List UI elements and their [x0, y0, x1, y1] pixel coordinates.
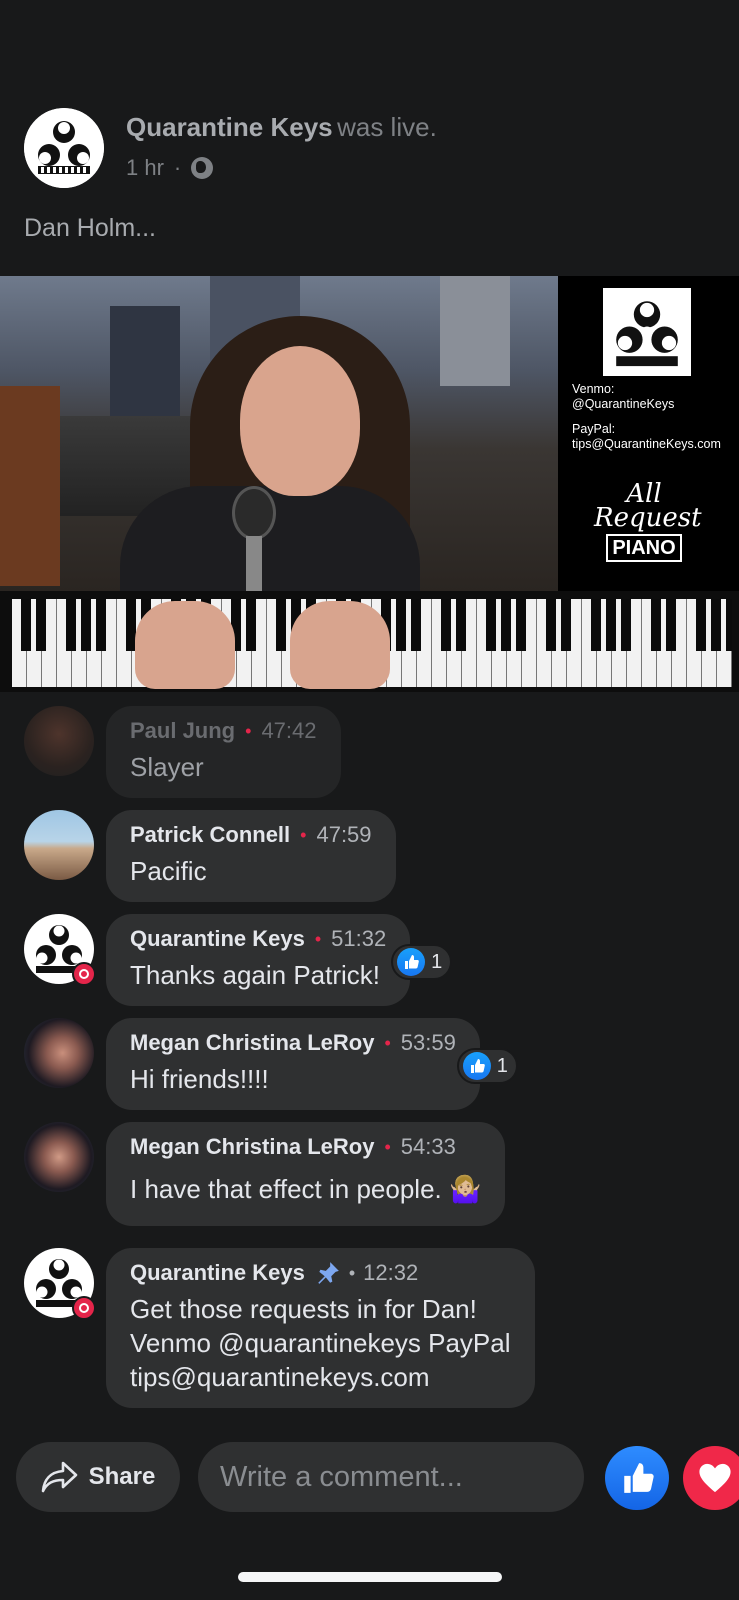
commenter-name[interactable]: Quarantine Keys [130, 926, 305, 952]
comment-text: Slayer [130, 752, 204, 782]
like-icon [462, 1052, 491, 1080]
commenter-name[interactable]: Patrick Connell [130, 822, 290, 848]
meta-separator: · [173, 155, 182, 180]
live-badge-icon [72, 962, 96, 986]
comment-item: Megan Christina LeRoy • 53:59 Hi friends… [24, 1018, 518, 1110]
home-indicator[interactable] [238, 1572, 502, 1582]
avatar[interactable] [24, 1018, 94, 1088]
paypal-email: tips@QuarantineKeys.com [572, 437, 721, 451]
venmo-label: Venmo: [572, 382, 615, 396]
comment-item: Paul Jung • 47:42 Slayer [24, 706, 341, 798]
reaction-count[interactable]: 1 [456, 1048, 518, 1084]
comment-item: Quarantine Keys • 12:32 Get those reques… [24, 1248, 535, 1408]
live-badge-icon [72, 1296, 96, 1320]
avatar[interactable] [24, 914, 96, 986]
comment-bubble[interactable]: Megan Christina LeRoy • 53:59 Hi friends… [106, 1018, 518, 1110]
share-button[interactable]: Share [16, 1442, 180, 1512]
biohazard-logo-icon [603, 288, 691, 376]
video-background [0, 276, 558, 596]
comment-text: Get those requests in for Dan! Venmo @qu… [130, 1294, 511, 1392]
commenter-name[interactable]: Megan Christina LeRoy [130, 1030, 374, 1056]
post-time[interactable]: 1 hr [126, 155, 164, 181]
comment-time[interactable]: 51:32 [331, 926, 386, 952]
like-icon [397, 948, 426, 976]
post-header: Quarantine Keys was live. 1 hr · [24, 108, 437, 188]
heart-icon [699, 1463, 731, 1493]
venmo-handle: @QuarantineKeys [572, 397, 675, 411]
post-caption[interactable]: Dan Holm... [24, 214, 156, 243]
post-status: was live. [337, 112, 437, 142]
avatar[interactable] [24, 1248, 96, 1320]
donation-panel: Venmo: @QuarantineKeys PayPal: tips@Quar… [558, 276, 739, 591]
share-arrow-icon [41, 1461, 77, 1493]
comment-time[interactable]: 54:33 [401, 1134, 456, 1160]
piano-keyboard [0, 591, 739, 692]
comment-item: Megan Christina LeRoy • 54:33 I have tha… [24, 1122, 506, 1226]
bottom-action-bar: Share [0, 1440, 739, 1520]
comment-text: I have that effect in people. 🤷🏼‍♀️ [130, 1174, 482, 1204]
all-request-piano-logo: All Request PIANO [594, 481, 702, 562]
avatar[interactable] [24, 706, 94, 776]
commenter-name[interactable]: Quarantine Keys [130, 1260, 305, 1286]
comment-text: Pacific [130, 856, 207, 886]
page-avatar[interactable] [24, 108, 104, 188]
comment-text: Hi friends!!!! [130, 1064, 269, 1094]
commenter-name[interactable]: Paul Jung [130, 718, 235, 744]
biohazard-icon [24, 108, 104, 188]
paypal-label: PayPal: [572, 422, 616, 436]
comment-item: Patrick Connell • 47:59 Pacific [24, 810, 396, 902]
commenter-name[interactable]: Megan Christina LeRoy [130, 1134, 374, 1160]
avatar[interactable] [24, 810, 94, 880]
comment-item: Quarantine Keys • 51:32 Thanks again Pat… [24, 914, 453, 1006]
avatar[interactable] [24, 1122, 94, 1192]
comment-bubble[interactable]: Megan Christina LeRoy • 54:33 I have tha… [106, 1122, 506, 1226]
comment-bubble[interactable]: Quarantine Keys • 12:32 Get those reques… [106, 1248, 535, 1408]
comment-time[interactable]: 47:42 [261, 718, 316, 744]
comment-bubble[interactable]: Paul Jung • 47:42 Slayer [106, 706, 341, 798]
comment-time[interactable]: 47:59 [316, 822, 371, 848]
page-name[interactable]: Quarantine Keys [126, 112, 333, 142]
microphone [232, 486, 276, 540]
comment-time[interactable]: 12:32 [363, 1260, 418, 1286]
thumbs-up-icon [624, 1463, 654, 1493]
comment-text: Thanks again Patrick! [130, 960, 381, 990]
love-button[interactable] [683, 1446, 739, 1510]
comment-input[interactable] [198, 1442, 584, 1512]
comment-bubble[interactable]: Patrick Connell • 47:59 Pacific [106, 810, 396, 902]
globe-icon [191, 157, 214, 179]
comment-bubble[interactable]: Quarantine Keys • 51:32 Thanks again Pat… [106, 914, 453, 1006]
comment-time[interactable]: 53:59 [401, 1030, 456, 1056]
reaction-count[interactable]: 1 [391, 944, 453, 980]
live-video[interactable]: Venmo: @QuarantineKeys PayPal: tips@Quar… [0, 276, 739, 692]
like-button[interactable] [605, 1446, 669, 1510]
pin-icon [318, 1262, 339, 1284]
